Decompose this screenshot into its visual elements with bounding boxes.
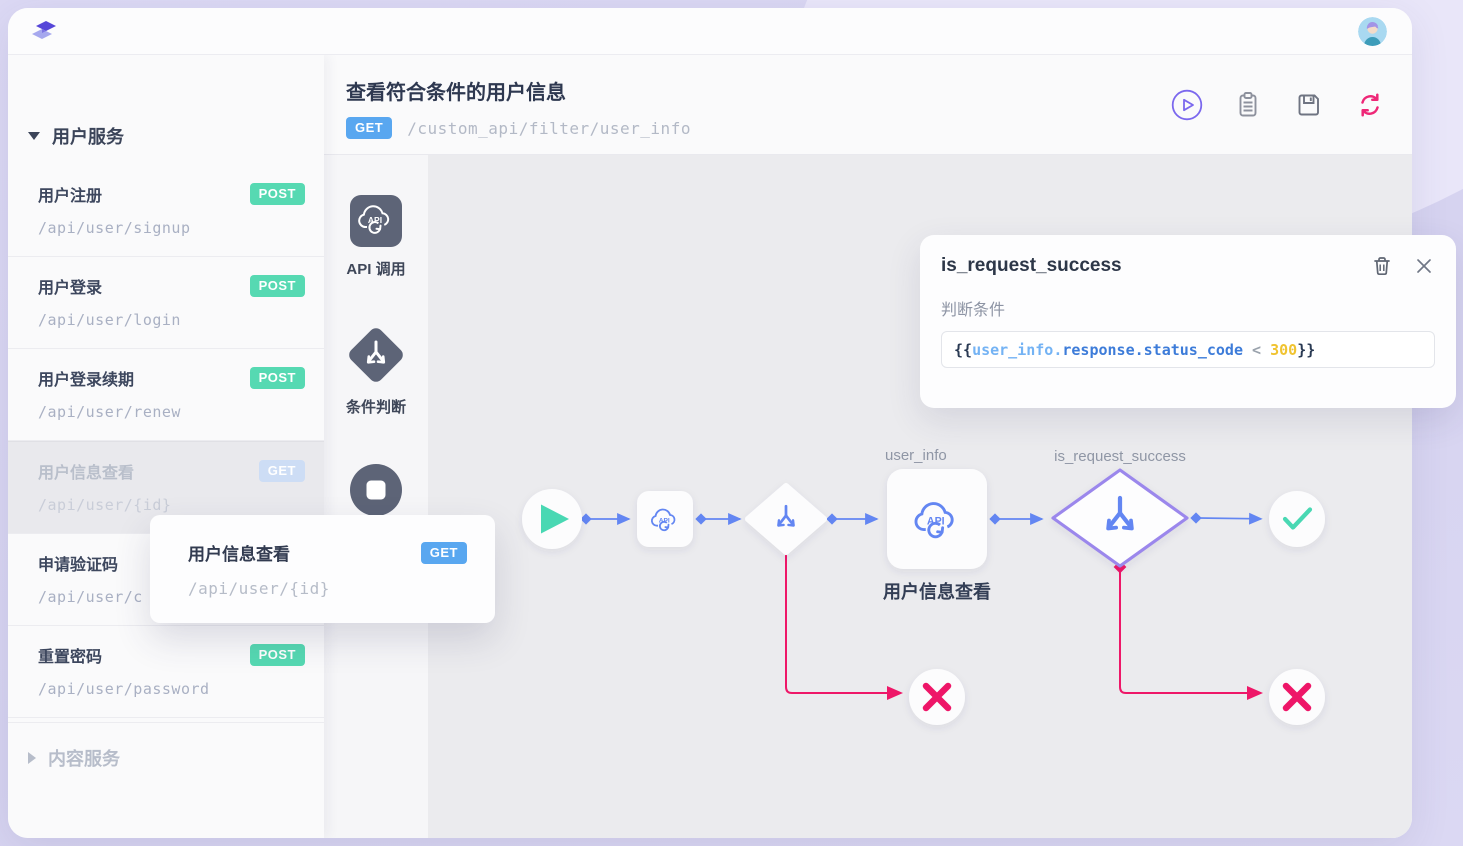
expr-open: {{ bbox=[954, 341, 972, 359]
expr-operator: < bbox=[1243, 341, 1270, 359]
ghost-api-name: 用户信息查看 bbox=[188, 540, 290, 565]
section-label: 内容服务 bbox=[48, 745, 120, 771]
chevron-right-icon bbox=[28, 752, 36, 764]
method-badge: GET bbox=[259, 460, 305, 482]
sidebar-section-user-services[interactable]: 用户服务 bbox=[8, 117, 324, 165]
expr-variable: user_info. bbox=[972, 341, 1062, 359]
end-node-icon bbox=[349, 463, 403, 517]
palette-tool-condition[interactable]: 条件判断 bbox=[324, 325, 428, 417]
method-badge: POST bbox=[250, 644, 305, 666]
svg-text:API: API bbox=[368, 215, 382, 225]
condition-expression-input[interactable]: {{user_info.response.status_code < 300}} bbox=[941, 331, 1435, 368]
svg-text:API: API bbox=[927, 516, 945, 528]
main-area: 查看符合条件的用户信息 GET /custom_api/filter/user_… bbox=[324, 55, 1412, 838]
api-name: 用户登录续期 bbox=[38, 366, 134, 390]
delete-node-button[interactable] bbox=[1371, 255, 1393, 277]
api-path: /api/user/login bbox=[38, 311, 305, 329]
expr-close: }} bbox=[1297, 341, 1315, 359]
node-title: 用户信息查看 bbox=[883, 581, 991, 602]
sidebar-api-list: 用户服务 用户注册 POST /api/user/signup 用户登录 POS… bbox=[8, 55, 324, 838]
panel-title: is_request_success bbox=[941, 255, 1122, 277]
ghost-method-badge: GET bbox=[421, 542, 467, 564]
endpoint-header: 查看符合条件的用户信息 GET /custom_api/filter/user_… bbox=[324, 55, 1412, 155]
palette-tool-end[interactable] bbox=[324, 463, 428, 517]
condition-node-is-request-success[interactable] bbox=[1053, 470, 1187, 566]
refresh-button[interactable] bbox=[1354, 89, 1386, 121]
fail-node-2[interactable] bbox=[1269, 669, 1325, 725]
condition-field-label: 判断条件 bbox=[941, 296, 1435, 320]
user-avatar[interactable] bbox=[1358, 17, 1387, 46]
api-path: /api/user/{id} bbox=[38, 496, 305, 514]
api-node-user-info[interactable]: API bbox=[887, 469, 987, 569]
svg-text:API: API bbox=[659, 518, 670, 525]
clipboard-icon[interactable] bbox=[1232, 89, 1264, 121]
node-palette: API API 调用 条件判 bbox=[324, 155, 428, 838]
sidebar-item-user-renew[interactable]: 用户登录续期 POST /api/user/renew bbox=[8, 349, 324, 441]
node-var-label: user_info bbox=[885, 447, 947, 464]
save-button[interactable] bbox=[1293, 89, 1325, 121]
page-background: 用户服务 用户注册 POST /api/user/signup 用户登录 POS… bbox=[0, 0, 1463, 846]
section-label: 用户服务 bbox=[52, 123, 124, 149]
api-name: 用户登录 bbox=[38, 274, 102, 298]
expr-property: response.status_code bbox=[1062, 341, 1243, 359]
api-call-icon: API bbox=[350, 195, 402, 247]
method-badge: POST bbox=[250, 183, 305, 205]
chevron-down-icon bbox=[28, 132, 40, 140]
close-panel-button[interactable] bbox=[1413, 255, 1435, 277]
sidebar-item-reset-password[interactable]: 重置密码 POST /api/user/password bbox=[8, 626, 324, 718]
api-name: 用户注册 bbox=[38, 182, 102, 206]
app-window: 用户服务 用户注册 POST /api/user/signup 用户登录 POS… bbox=[8, 8, 1412, 838]
palette-tool-api-call[interactable]: API API 调用 bbox=[324, 195, 428, 279]
method-badge: POST bbox=[250, 275, 305, 297]
api-name: 用户信息查看 bbox=[38, 459, 134, 483]
topbar bbox=[8, 8, 1412, 55]
fail-node-1[interactable] bbox=[909, 669, 965, 725]
method-badge: POST bbox=[250, 367, 305, 389]
api-path: /api/user/signup bbox=[38, 219, 305, 237]
condition-label: 条件判断 bbox=[346, 396, 406, 417]
sidebar-item-user-signup[interactable]: 用户注册 POST /api/user/signup bbox=[8, 165, 324, 257]
sidebar-item-user-login[interactable]: 用户登录 POST /api/user/login bbox=[8, 257, 324, 349]
expr-value: 300 bbox=[1270, 341, 1297, 359]
drag-ghost-card[interactable]: 用户信息查看 GET /api/user/{id} bbox=[150, 515, 495, 623]
api-path: /api/user/renew bbox=[38, 403, 305, 421]
api-node-small[interactable]: API bbox=[637, 491, 693, 547]
flow-edges-fail bbox=[786, 550, 1261, 693]
node-var-label: is_request_success bbox=[1054, 448, 1186, 465]
api-name: 重置密码 bbox=[38, 643, 102, 667]
run-button[interactable] bbox=[1171, 89, 1203, 121]
success-node[interactable] bbox=[1269, 491, 1325, 547]
endpoint-method-badge: GET bbox=[346, 117, 392, 139]
endpoint-path: /custom_api/filter/user_info bbox=[407, 119, 691, 138]
api-path: /api/user/password bbox=[38, 680, 305, 698]
condition-editor-panel: is_request_success 判断条件 {{user_info.resp… bbox=[920, 235, 1456, 408]
condition-node-1[interactable] bbox=[748, 486, 824, 552]
ghost-api-path: /api/user/{id} bbox=[188, 579, 467, 598]
app-logo bbox=[29, 16, 59, 46]
sidebar-section-content-services[interactable]: 内容服务 bbox=[8, 722, 324, 793]
api-call-label: API 调用 bbox=[346, 258, 405, 279]
api-name: 申请验证码 bbox=[38, 551, 118, 575]
condition-icon bbox=[344, 325, 408, 385]
start-node[interactable] bbox=[522, 489, 582, 549]
